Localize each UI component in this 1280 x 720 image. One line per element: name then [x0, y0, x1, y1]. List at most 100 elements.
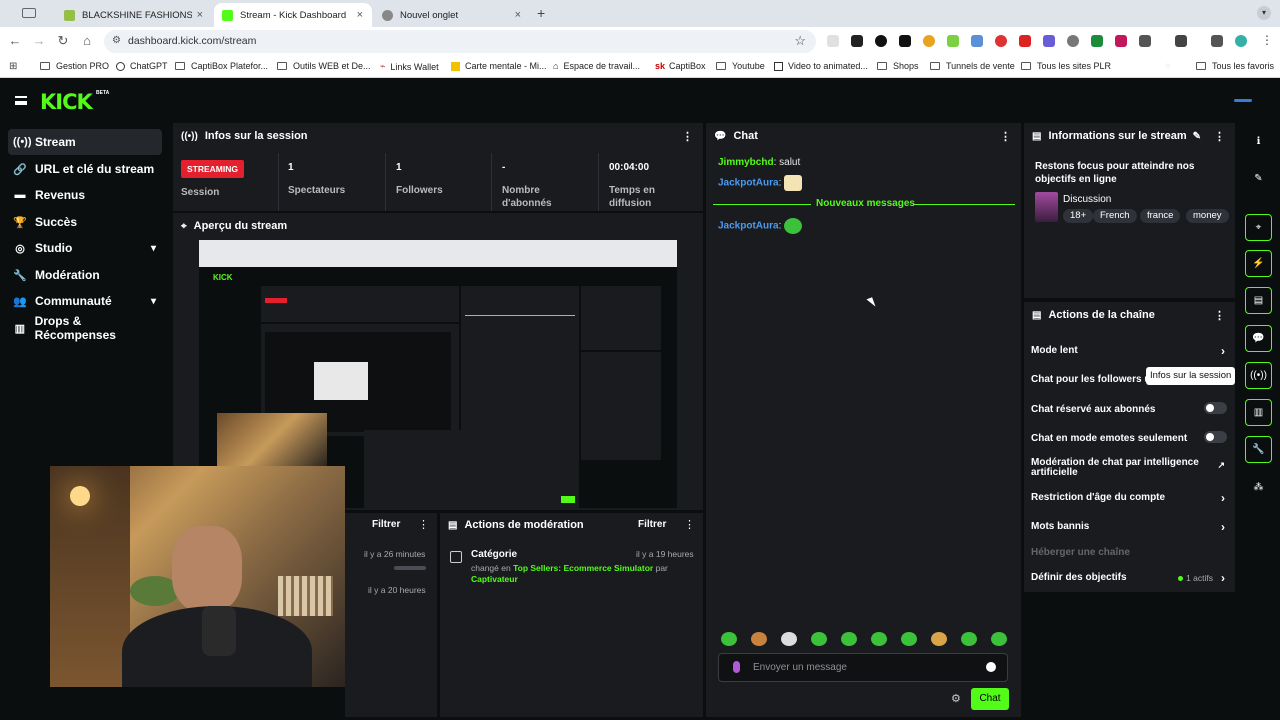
home-icon[interactable]: ⌂	[79, 33, 95, 48]
browser-tab-shopify[interactable]: BLACKSHINE FASHIONS - Mo ×	[56, 3, 212, 27]
more-options-icon[interactable]: ⋮	[1000, 130, 1011, 143]
chevron-down-icon[interactable]: ▾	[151, 243, 156, 254]
chat-icon[interactable]: 💬	[1245, 325, 1272, 352]
more-options-icon[interactable]: ⋮	[684, 518, 695, 531]
address-bar[interactable]: ⚙ dashboard.kick.com/stream ☆	[104, 30, 816, 53]
wrench-icon[interactable]: 🔧	[1245, 436, 1272, 463]
lightning-icon[interactable]: ⚡	[1245, 250, 1272, 277]
extension-icon[interactable]	[827, 35, 839, 47]
emote-icon[interactable]	[841, 632, 857, 646]
extension-icon[interactable]	[1115, 35, 1127, 47]
bookmark-item[interactable]: sk CaptiBox	[655, 61, 706, 71]
extension-icon[interactable]	[1067, 35, 1079, 47]
pen-icon[interactable]	[851, 35, 863, 47]
new-tab-button[interactable]: +	[537, 5, 545, 21]
close-icon[interactable]: ×	[357, 9, 363, 21]
emote-icon[interactable]	[901, 632, 917, 646]
document-icon[interactable]: ▤	[1245, 287, 1272, 314]
bookmark-item[interactable]: Shops	[877, 61, 919, 71]
action-banned-words[interactable]: Mots bannis ›	[1031, 520, 1227, 534]
browser-tab-kick[interactable]: Stream - Kick Dashboard ×	[214, 3, 372, 27]
bookmark-item[interactable]: ⌂ Espace de travail...	[553, 61, 640, 71]
emote-icon[interactable]	[961, 632, 977, 646]
edit-icon[interactable]: ✎	[1193, 131, 1201, 142]
dots-cluster-icon[interactable]: ⁂	[1245, 474, 1272, 501]
bookmark-item[interactable]: Video to animated...	[774, 61, 868, 71]
toggle-switch[interactable]	[1204, 431, 1227, 443]
close-icon[interactable]: ×	[197, 9, 203, 21]
more-options-icon[interactable]: ⋮	[682, 130, 693, 143]
category-link[interactable]: Top Sellers: Ecommerce Simulator	[513, 563, 653, 573]
category-name[interactable]: Discussion	[1063, 194, 1111, 205]
sidebar-item-studio[interactable]: ◎ Studio ▾	[8, 235, 162, 261]
bookmark-item[interactable]: Tunnels de vente	[930, 61, 1015, 71]
screen-icon[interactable]: ⌖	[1245, 214, 1272, 241]
menu-icon[interactable]: ⋮	[1261, 33, 1273, 47]
chevron-down-icon[interactable]: ▾	[151, 296, 156, 307]
extension-icon[interactable]	[1091, 35, 1103, 47]
extension-icon[interactable]	[899, 35, 911, 47]
extension-icon[interactable]	[1211, 35, 1223, 47]
action-set-goals[interactable]: Définir des objectifs 1 actifs ›	[1031, 571, 1227, 585]
bookmark-item[interactable]: Tous les favoris	[1196, 61, 1274, 71]
chevron-down-icon[interactable]: ▾	[1257, 6, 1271, 20]
sidebar-item-stream-key[interactable]: 🔗 URL et clé du stream	[8, 156, 162, 182]
extension-icon[interactable]	[1175, 35, 1187, 47]
account-indicator[interactable]	[1234, 99, 1252, 102]
extension-icon[interactable]	[1019, 35, 1031, 47]
extension-icon[interactable]	[971, 35, 983, 47]
reload-icon[interactable]: ↻	[55, 33, 71, 49]
extension-icon[interactable]	[995, 35, 1007, 47]
broadcast-icon[interactable]: ((•))	[1245, 362, 1272, 389]
bookmark-item[interactable]: Youtube	[716, 61, 765, 71]
action-emotes-only[interactable]: Chat en mode emotes seulement	[1031, 431, 1227, 444]
chat-username[interactable]: JackpotAura	[718, 178, 779, 189]
emote-icon[interactable]	[751, 632, 767, 646]
action-slow-mode[interactable]: Mode lent ›	[1031, 344, 1227, 358]
chat-username[interactable]: JackpotAura	[718, 221, 779, 232]
moderation-filter-button[interactable]: Filtrer	[638, 519, 666, 530]
close-icon[interactable]: ×	[515, 9, 521, 21]
tag-chip[interactable]: money	[1186, 209, 1229, 223]
bookmark-item[interactable]: Gestion PRO	[40, 61, 109, 71]
extension-icon[interactable]	[875, 35, 887, 47]
microphone-icon[interactable]	[733, 661, 740, 673]
emote-icon[interactable]	[811, 632, 827, 646]
browser-tab-new[interactable]: Nouvel onglet ×	[374, 3, 530, 27]
emote-icon[interactable]	[871, 632, 887, 646]
sidebar-item-community[interactable]: 👥 Communauté ▾	[8, 288, 162, 314]
tag-chip[interactable]: france	[1140, 209, 1181, 223]
bookmark-item[interactable]: Tous les sites PLR	[1021, 61, 1111, 71]
layout-icon[interactable]: ▥	[1245, 399, 1272, 426]
tag-chip[interactable]: 18+	[1063, 209, 1094, 223]
info-icon[interactable]: ℹ	[1245, 128, 1272, 155]
gear-icon[interactable]: ⚙	[951, 692, 961, 705]
more-options-icon[interactable]: ⋮	[1214, 309, 1225, 322]
action-age-restriction[interactable]: Restriction d'âge du compte ›	[1031, 491, 1227, 505]
bookmark-item[interactable]: Outils WEB et De...	[277, 61, 371, 71]
sidebar-item-achievements[interactable]: 🏆 Succès	[8, 209, 162, 235]
bookmark-item[interactable]: CaptiBox Platefor...	[175, 61, 268, 71]
emote-icon[interactable]	[721, 632, 737, 646]
emote-icon[interactable]	[991, 632, 1007, 646]
emoji-icon[interactable]	[986, 662, 996, 672]
sidebar-item-stream[interactable]: ((•)) Stream	[8, 129, 162, 155]
emote-icon[interactable]	[931, 632, 947, 646]
extension-icon[interactable]	[923, 35, 935, 47]
site-settings-icon[interactable]: ⚙	[112, 35, 121, 46]
menu-icon[interactable]	[15, 96, 27, 105]
tag-chip[interactable]: French	[1093, 209, 1137, 223]
emote-icon[interactable]	[781, 632, 797, 646]
back-icon[interactable]: ←	[7, 33, 23, 48]
action-subscribers-only[interactable]: Chat réservé aux abonnés	[1031, 402, 1227, 415]
extension-icon[interactable]	[1043, 35, 1055, 47]
puzzle-icon[interactable]	[1139, 35, 1151, 47]
user-link[interactable]: Captivateur	[471, 574, 518, 584]
sidebar-item-revenue[interactable]: ▬ Revenus	[8, 182, 162, 208]
bookmark-item[interactable]: Carte mentale - Mi...	[451, 61, 547, 71]
bookmark-item[interactable]: ⌁ Links Wallet	[380, 61, 439, 72]
chat-username[interactable]: Jimmybchd	[718, 157, 774, 168]
more-bookmarks-icon[interactable]: »	[1165, 60, 1171, 71]
events-filter-button[interactable]: Filtrer	[372, 519, 400, 530]
sidebar-item-moderation[interactable]: 🔧 Modération	[8, 262, 162, 288]
